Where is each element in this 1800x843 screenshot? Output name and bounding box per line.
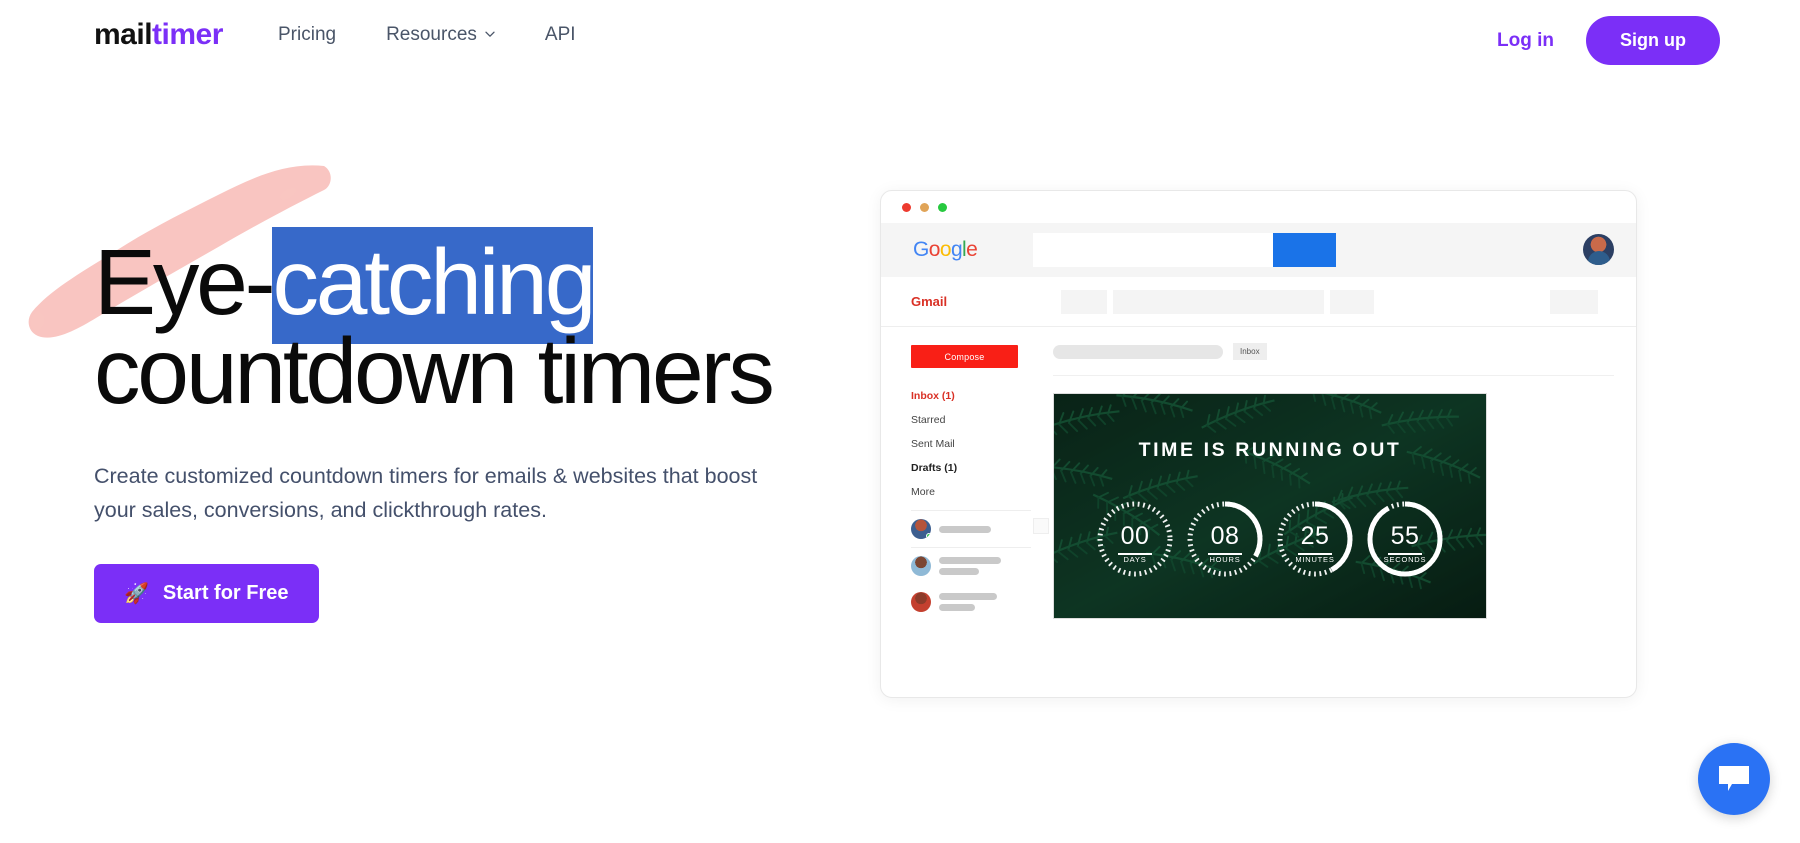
gmail-browser-mockup: Google Gmail Compose Inbox (1) Starred S… <box>880 190 1637 698</box>
countdown-email-banner: TIME IS RUNNING OUT 00 DAYS 08 HOURS 25 … <box>1053 393 1487 619</box>
nav-item-resources-label: Resources <box>386 24 477 45</box>
countdown-timers: 00 DAYS 08 HOURS 25 MINUTES 55 SECONDS <box>1054 496 1486 582</box>
banner-title: TIME IS RUNNING OUT <box>1138 439 1402 461</box>
subject-placeholder <box>1053 344 1223 359</box>
toolbar-chip <box>1550 289 1598 314</box>
list-item[interactable] <box>911 548 1031 584</box>
countdown-unit-days: 00 DAYS <box>1092 496 1178 582</box>
countdown-seconds-label: SECONDS <box>1383 555 1427 564</box>
logo-text-timer: timer <box>152 18 223 51</box>
inbox-tag: Inbox <box>1233 343 1267 360</box>
chat-bubble-icon <box>1719 766 1749 791</box>
google-account-avatar[interactable] <box>1583 234 1614 265</box>
headline-part-2: countdown timers <box>94 319 775 424</box>
countdown-unit-hours: 08 HOURS <box>1182 496 1268 582</box>
signup-button[interactable]: Sign up <box>1586 16 1720 65</box>
online-status-dot <box>926 533 931 539</box>
toolbar-chip <box>1238 289 1324 314</box>
hero-subheading: Create customized countdown timers for e… <box>94 463 758 523</box>
list-item[interactable] <box>911 510 1049 548</box>
site-logo[interactable]: mailtimer <box>94 18 223 52</box>
sidebar-item-more[interactable]: More <box>911 486 1041 498</box>
google-header-bar: Google <box>881 223 1636 277</box>
nav-item-api-label: API <box>544 24 576 45</box>
chevron-down-icon <box>484 28 495 39</box>
toolbar-chip <box>1113 289 1244 314</box>
list-item[interactable] <box>911 584 1031 620</box>
countdown-hours-label: HOURS <box>1209 555 1241 564</box>
google-search-input[interactable] <box>1033 233 1273 267</box>
countdown-minutes-value: 25 <box>1300 522 1330 550</box>
divider <box>1053 375 1614 376</box>
nav-item-resources[interactable]: Resources <box>386 24 495 46</box>
toolbar-chip <box>1330 289 1374 314</box>
gmail-toolbar-row: Gmail <box>881 277 1636 327</box>
gmail-content-pane: Inbox TIME IS RUNNING OUT 00 DAYS 08 HOU… <box>1041 327 1636 697</box>
countdown-unit-minutes: 25 MINUTES <box>1272 496 1358 582</box>
sidebar-item-sent-mail[interactable]: Sent Mail <box>911 438 1041 450</box>
nav-actions: Log in Sign up <box>1497 16 1720 65</box>
nav-item-api[interactable]: API <box>545 24 576 46</box>
toolbar-chip <box>1061 289 1107 314</box>
start-for-free-button[interactable]: 🚀 Start for Free <box>94 564 319 624</box>
landing-page: mailtimer Pricing Resources API Log in S… <box>0 0 1800 843</box>
contacts-list <box>911 510 1049 620</box>
rocket-icon: 🚀 <box>124 582 149 605</box>
avatar <box>911 592 931 612</box>
countdown-hours-value: 08 <box>1210 522 1240 550</box>
sidebar-item-starred[interactable]: Starred <box>911 414 1041 426</box>
page-title: Eye-catching countdown timers <box>94 227 854 418</box>
nav-links: Pricing Resources API <box>278 24 576 46</box>
google-search-button[interactable] <box>1273 233 1336 267</box>
countdown-unit-seconds: 55 SECONDS <box>1362 496 1448 582</box>
countdown-minutes-label: MINUTES <box>1295 555 1335 564</box>
avatar <box>911 556 931 576</box>
logo-text-mail: mail <box>94 18 153 51</box>
login-link[interactable]: Log in <box>1497 30 1554 52</box>
sidebar-item-drafts[interactable]: Drafts (1) <box>911 462 1041 474</box>
placeholder-bars <box>939 557 1001 575</box>
google-logo: Google <box>913 238 978 261</box>
hero-section: Eye-catching countdown timers Create cus… <box>0 150 860 624</box>
placeholder-bars <box>939 525 991 533</box>
browser-titlebar <box>881 191 1636 223</box>
compose-button[interactable]: Compose <box>911 345 1018 368</box>
window-maximize-dot <box>938 202 947 212</box>
message-header-row: Inbox <box>1053 343 1614 360</box>
nav-item-pricing-label: Pricing <box>278 24 337 45</box>
countdown-days-value: 00 <box>1120 522 1150 550</box>
start-for-free-label: Start for Free <box>162 582 289 605</box>
countdown-days-label: DAYS <box>1123 555 1147 564</box>
gmail-sidebar: Compose Inbox (1) Starred Sent Mail Draf… <box>881 327 1049 697</box>
chat-widget-button[interactable] <box>1698 743 1770 815</box>
countdown-seconds-value: 55 <box>1390 522 1420 550</box>
placeholder-bars <box>939 593 997 611</box>
top-navigation-bar: mailtimer Pricing Resources API Log in S… <box>0 0 1800 82</box>
sidebar-item-inbox[interactable]: Inbox (1) <box>911 390 1041 402</box>
gmail-body: Compose Inbox (1) Starred Sent Mail Draf… <box>881 327 1636 697</box>
gmail-label: Gmail <box>911 294 948 309</box>
nav-item-pricing[interactable]: Pricing <box>278 24 336 46</box>
window-minimize-dot <box>920 202 929 212</box>
avatar <box>911 519 931 539</box>
window-close-dot <box>902 202 911 212</box>
gmail-sidebar-items: Inbox (1) Starred Sent Mail Drafts (1) M… <box>911 390 1041 498</box>
